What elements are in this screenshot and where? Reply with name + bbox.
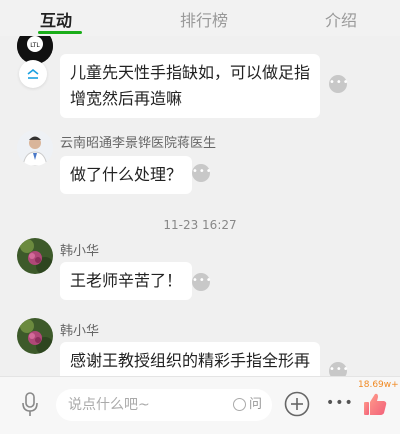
comment-input[interactable]: 说点什么吧~ 问 (56, 389, 272, 421)
more-icon[interactable]: ••• (326, 395, 354, 411)
flower-avatar[interactable] (17, 318, 53, 354)
doctor-avatar[interactable] (17, 130, 53, 166)
more-options-icon[interactable]: ••• (192, 164, 212, 182)
like-count: 18.69w+ (358, 380, 399, 390)
flower-avatar[interactable] (17, 238, 53, 274)
thumbs-up-icon[interactable] (362, 391, 388, 421)
active-tab-indicator (38, 31, 82, 34)
sender-name: 云南昭通李景铧医院蒋医生 (60, 136, 217, 151)
collapse-up-icon[interactable] (19, 60, 47, 88)
ask-radio-icon[interactable] (232, 398, 246, 411)
more-options-icon[interactable]: ••• (329, 75, 349, 93)
message-bubble[interactable]: 王老师辛苦了！ (60, 262, 193, 300)
ask-label: 问 (248, 397, 262, 412)
message-bubble[interactable]: 做了什么处理？ (60, 156, 193, 194)
ask-toggle[interactable]: 问 (232, 389, 262, 421)
svg-text:LTL: LTL (30, 42, 40, 49)
sender-name: 韩小华 (60, 324, 100, 339)
input-bar: 说点什么吧~ 问 ••• 18.69w+ (0, 376, 400, 434)
sender-name: 韩小华 (60, 244, 100, 259)
tab-interaction[interactable]: 互动 (40, 7, 72, 31)
more-options-icon[interactable]: ••• (192, 273, 212, 291)
tab-bar: 互动 排行榜 介绍 (0, 0, 400, 36)
timestamp: 11-23 16:27 (163, 218, 237, 232)
chat-list[interactable]: LTL 儿童先天性手指缺如，可以做足指增宽然后再造嘛 ••• 云南昭通李景铧医院… (0, 36, 400, 376)
input-placeholder: 说点什么吧~ (68, 397, 150, 413)
message-bubble[interactable]: 儿童先天性手指缺如，可以做足指增宽然后再造嘛 (60, 54, 320, 118)
microphone-icon[interactable] (20, 391, 40, 423)
message-bubble[interactable]: 感谢王教授组织的精彩手指全形再造手术直播！ (60, 342, 320, 376)
tab-introduction[interactable]: 介绍 (325, 7, 357, 31)
tab-ranking[interactable]: 排行榜 (180, 7, 228, 31)
add-icon[interactable] (284, 391, 310, 421)
more-options-icon[interactable]: ••• (329, 362, 349, 376)
